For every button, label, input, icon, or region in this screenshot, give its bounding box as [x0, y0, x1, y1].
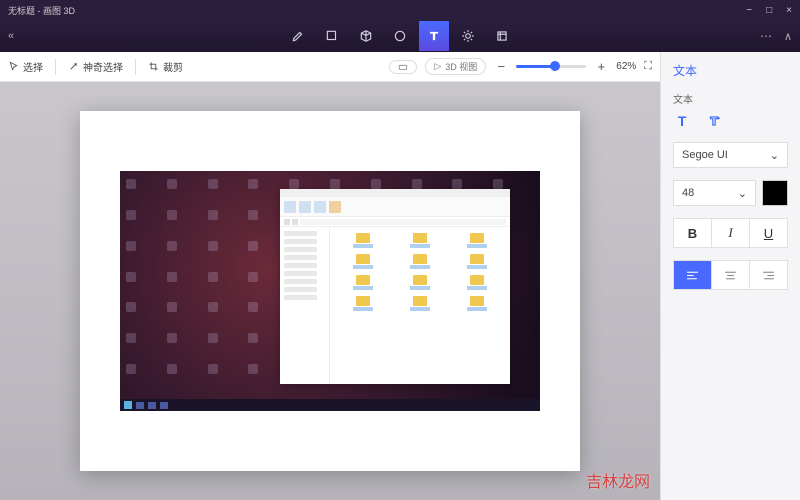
close-button[interactable]: ×	[786, 5, 792, 16]
color-swatch[interactable]	[762, 180, 788, 206]
chevron-down-icon: ⌄	[738, 187, 747, 200]
watermark: 吉林龙网	[586, 468, 650, 492]
explorer-window	[280, 189, 510, 384]
text-3d-button[interactable]	[705, 112, 723, 130]
effects-tool[interactable]	[453, 21, 483, 51]
font-size-dropdown[interactable]: 48 ⌄	[673, 180, 756, 206]
divider	[55, 59, 56, 75]
title-bar: 无标题 - 画图 3D − □ ×	[0, 0, 800, 20]
zoom-slider[interactable]	[516, 65, 586, 68]
select-button[interactable]: 选择	[8, 59, 43, 74]
magic-select-label: 神奇选择	[83, 59, 123, 74]
align-right-icon	[762, 270, 775, 281]
window-controls: − □ ×	[746, 5, 792, 16]
text-tool[interactable]	[419, 21, 449, 51]
canvas-area[interactable]: 吉林龙网	[0, 82, 660, 500]
fit-screen-button[interactable]: ⛶	[644, 60, 652, 73]
maximize-button[interactable]: □	[766, 5, 772, 16]
align-center-button[interactable]	[712, 260, 750, 290]
brush-tool[interactable]	[283, 21, 313, 51]
zoom-out-button[interactable]: −	[494, 59, 508, 74]
align-left-icon	[686, 270, 699, 281]
shapes-2d-tool[interactable]	[317, 21, 347, 51]
magic-select-button[interactable]: 神奇选择	[68, 59, 123, 74]
sub-toolbar: 选择 神奇选择 裁剪 ▷ 3D	[0, 52, 660, 82]
select-label: 选择	[23, 59, 43, 74]
font-size-value: 48	[682, 187, 694, 199]
text-2d-button[interactable]: T	[673, 112, 691, 130]
chevron-down-icon: ⌄	[770, 149, 779, 162]
font-dropdown[interactable]: Segoe UI ⌄	[673, 142, 788, 168]
italic-button[interactable]: I	[712, 218, 750, 248]
view-3d-label: 3D 视图	[445, 60, 477, 73]
zoom-in-button[interactable]: +	[594, 59, 608, 74]
more-menu-button[interactable]: ⋯	[760, 29, 772, 43]
zoom-percent: 62%	[616, 61, 636, 72]
minimize-button[interactable]: −	[746, 5, 752, 16]
mr-icon	[398, 62, 408, 72]
align-left-button[interactable]	[673, 260, 712, 290]
collapse-toolbar-button[interactable]: ∧	[784, 30, 792, 43]
main-toolbar: « ⋯ ∧	[0, 20, 800, 52]
text-panel: 文本 文本 T Segoe UI ⌄ 48 ⌄ B I U	[660, 52, 800, 500]
text-section-label: 文本	[673, 91, 788, 106]
font-value: Segoe UI	[682, 149, 728, 161]
window-title: 无标题 - 画图 3D	[8, 4, 746, 17]
shapes-3d-tool[interactable]	[351, 21, 381, 51]
play-icon: ▷	[434, 61, 441, 72]
mixed-reality-button[interactable]	[389, 60, 417, 74]
underline-button[interactable]: U	[750, 218, 788, 248]
align-right-button[interactable]	[750, 260, 788, 290]
crop-icon	[148, 61, 159, 72]
divider	[135, 59, 136, 75]
text-style-group: B I U	[673, 218, 788, 248]
slider-thumb[interactable]	[550, 61, 560, 71]
align-group	[673, 260, 788, 290]
crop-button[interactable]: 裁剪	[148, 59, 183, 74]
align-center-icon	[724, 270, 737, 281]
bold-button[interactable]: B	[673, 218, 712, 248]
cursor-icon	[8, 61, 19, 72]
view-3d-button[interactable]: ▷ 3D 视图	[425, 58, 486, 75]
canvas[interactable]	[80, 111, 580, 471]
text-3d-icon	[707, 114, 721, 128]
pasted-screenshot	[120, 171, 540, 411]
canvas-tool[interactable]	[487, 21, 517, 51]
stickers-tool[interactable]	[385, 21, 415, 51]
magic-wand-icon	[68, 61, 79, 72]
expand-menu-button[interactable]: «	[8, 30, 14, 42]
panel-title: 文本	[673, 62, 788, 79]
crop-label: 裁剪	[163, 59, 183, 74]
